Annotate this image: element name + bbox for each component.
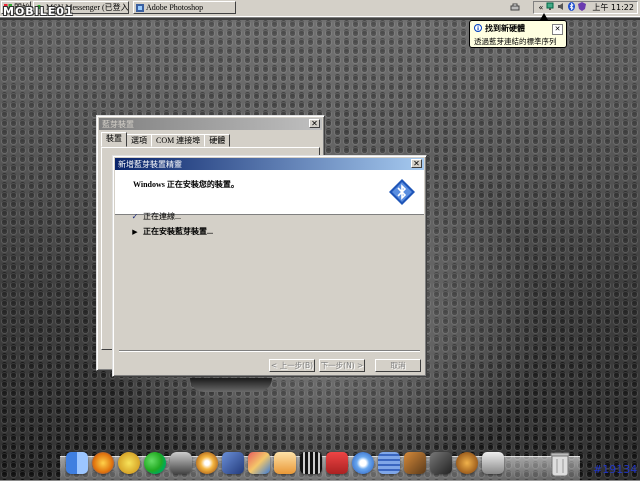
close-button[interactable]: ✕ — [411, 159, 422, 168]
check-icon: ✓ — [131, 212, 139, 221]
bluetooth-icon[interactable] — [568, 2, 576, 13]
arrow-icon: ▶ — [132, 227, 138, 236]
tab-options[interactable]: 選項 — [126, 134, 152, 147]
safari-icon[interactable] — [350, 449, 376, 477]
iphoto-icon[interactable] — [220, 449, 246, 477]
step-label: 正在安裝藍芽裝置... — [143, 227, 213, 236]
balloon-title-row: 找到新硬體 — [474, 23, 562, 34]
back-button[interactable]: < 上一步(B) — [269, 359, 315, 372]
pencil-icon[interactable] — [246, 449, 272, 477]
tab-devices[interactable]: 裝置 — [101, 132, 127, 147]
photos-icon[interactable] — [402, 449, 428, 477]
balloon-close-button[interactable]: ✕ — [552, 24, 563, 35]
step-label: 正在連線... — [143, 212, 181, 221]
window-title: 藍芽裝置 — [102, 119, 134, 129]
folder-icon[interactable] — [272, 449, 298, 477]
disc-icon[interactable] — [194, 449, 220, 477]
system-tray: « 上午 11:22 — [533, 1, 638, 14]
chevron-icon[interactable]: « — [538, 3, 543, 12]
info-icon — [474, 23, 482, 34]
image-counter: #19134 — [593, 463, 638, 476]
calculator-icon[interactable] — [376, 449, 402, 477]
msn-icon[interactable] — [142, 449, 168, 477]
clock[interactable]: 上午 11:22 — [592, 2, 634, 13]
speaker-icon[interactable] — [454, 449, 480, 477]
joystick-icon[interactable] — [168, 449, 194, 477]
tab-hardware[interactable]: 硬體 — [204, 134, 231, 147]
wizard-separator — [119, 350, 420, 352]
printer-icon[interactable] — [510, 3, 520, 14]
finder-icon[interactable] — [64, 449, 90, 477]
desktop-sphere — [190, 378, 272, 392]
mobile01-logo: MOBILE01 — [3, 5, 74, 18]
speaker-icon[interactable] — [557, 2, 565, 13]
task-button-photoshop[interactable]: Adobe Photoshop — [133, 1, 236, 14]
next-button[interactable]: 下一步(N) > — [319, 359, 365, 372]
wizard-heading: Windows 正在安裝您的裝置。 — [133, 180, 239, 189]
chess-icon[interactable] — [480, 449, 506, 477]
balloon-title: 找到新硬體 — [485, 24, 525, 33]
task-label: Adobe Photoshop — [146, 3, 204, 12]
bluetooth-logo-icon — [388, 178, 416, 206]
step-connecting: ✓ 正在連線... — [131, 211, 181, 222]
trash-icon[interactable] — [548, 451, 572, 477]
window-titlebar[interactable]: 藍芽裝置 ✕ — [99, 118, 322, 130]
cancel-button[interactable]: 取消 — [375, 359, 421, 372]
firefox-icon[interactable] — [90, 449, 116, 477]
photo-icon[interactable] — [116, 449, 142, 477]
wizard-titlebar[interactable]: 新增藍芽裝置精靈 ✕ — [115, 158, 424, 170]
music-icon[interactable] — [428, 449, 454, 477]
step-installing: ▶ 正在安裝藍芽裝置... — [131, 226, 213, 237]
shield-icon[interactable] — [578, 2, 587, 13]
wizard-header: Windows 正在安裝您的裝置。 — [115, 170, 424, 215]
tab-com-ports[interactable]: COM 連接埠 — [151, 134, 206, 147]
close-button[interactable]: ✕ — [309, 119, 320, 128]
network-icon[interactable] — [546, 2, 554, 13]
photoshop-icon — [136, 3, 144, 12]
add-bluetooth-wizard: 新增藍芽裝置精靈 ✕ Windows 正在安裝您的裝置。 ✓ 正在連線... ▶… — [112, 155, 427, 377]
wizard-title: 新增藍芽裝置精靈 — [118, 159, 182, 169]
camera-icon[interactable] — [324, 449, 350, 477]
balloon-body: 透過藍芽連結的標準序列 — [474, 37, 557, 46]
new-hardware-balloon[interactable]: 找到新硬體 透過藍芽連結的標準序列 ✕ — [469, 20, 567, 48]
balloon-tail — [540, 13, 548, 20]
dock — [64, 449, 506, 477]
film-icon[interactable] — [298, 449, 324, 477]
